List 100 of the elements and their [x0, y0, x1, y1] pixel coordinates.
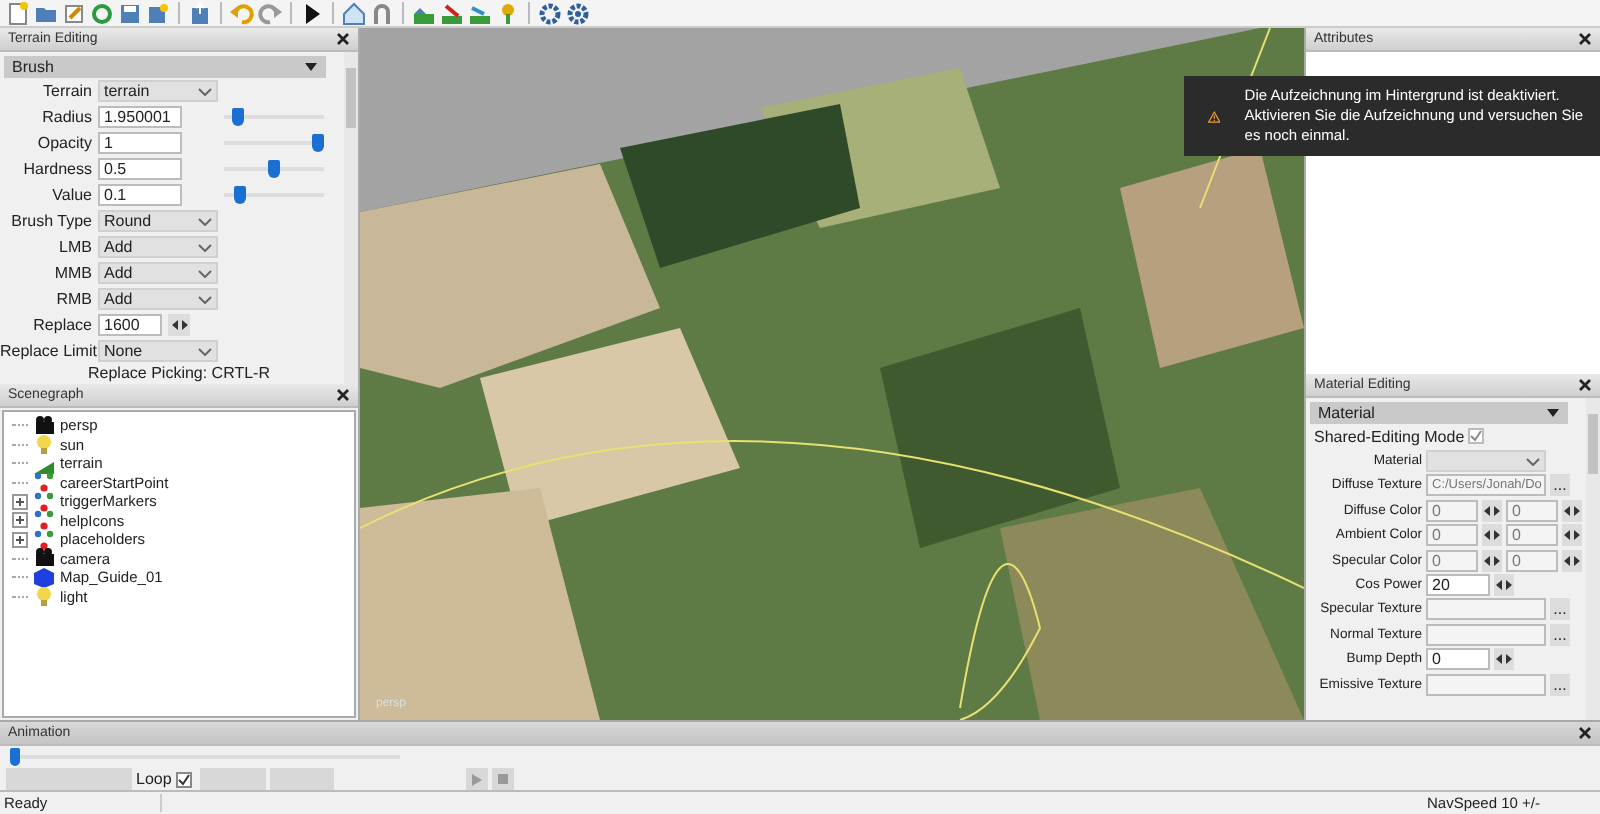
slider-thumb[interactable]: [268, 160, 280, 178]
dropdown-value: terrain: [104, 82, 150, 100]
save-icon[interactable]: [118, 1, 142, 25]
expander[interactable]: [12, 531, 28, 548]
browse-button[interactable]: ...: [1550, 598, 1570, 621]
cube-icon: [34, 567, 54, 588]
section-header[interactable]: Material: [1310, 402, 1568, 424]
section-header[interactable]: Brush: [4, 56, 326, 78]
spin-arrows-icon: [171, 320, 187, 330]
dropdown[interactable]: Add: [98, 262, 218, 284]
gear-icon[interactable]: [538, 1, 562, 25]
spin-button[interactable]: [1494, 648, 1514, 671]
spin-button[interactable]: [1562, 499, 1582, 522]
field-label: Brush Type: [9, 212, 92, 230]
dropdown-value: Add: [104, 238, 133, 256]
close-icon[interactable]: [1578, 726, 1592, 740]
caret-icon[interactable]: [1546, 408, 1560, 418]
plus-icon: [16, 497, 24, 506]
redo-icon[interactable]: [258, 1, 282, 25]
slider-thumb[interactable]: [231, 108, 244, 126]
texture-field[interactable]: [1426, 673, 1546, 696]
chevron-icon: [198, 87, 212, 95]
stop-button[interactable]: [491, 768, 514, 790]
spin-button[interactable]: [1562, 549, 1582, 572]
browse-button[interactable]: ...: [1550, 623, 1570, 646]
field-label: Value: [50, 186, 92, 204]
browse-button[interactable]: ...: [1550, 673, 1570, 696]
edit-icon[interactable]: [62, 1, 86, 25]
field-label: Replace: [31, 316, 92, 334]
check-icon: [177, 773, 190, 785]
save-as-icon[interactable]: [146, 1, 170, 25]
dropdown[interactable]: None: [98, 340, 218, 362]
input-field[interactable]: 0: [1506, 499, 1558, 522]
spin-button[interactable]: [168, 314, 190, 336]
dropdown[interactable]: Round: [98, 210, 218, 232]
chevron-icon: [1526, 457, 1540, 466]
input-field[interactable]: 0.1: [98, 184, 182, 206]
landscape-icon[interactable]: [468, 1, 492, 25]
slider-thumb[interactable]: [234, 186, 247, 204]
input-field[interactable]: 0: [1426, 524, 1478, 547]
hint-text: Replace Picking: CRTL-R: [86, 364, 272, 382]
tree-icon[interactable]: [496, 1, 520, 25]
checkbox[interactable]: [1468, 428, 1485, 445]
close-icon[interactable]: [1578, 32, 1592, 46]
chevron-icon: [198, 295, 212, 303]
landscape-icon[interactable]: [440, 1, 464, 25]
expander[interactable]: [12, 493, 28, 510]
dropdown[interactable]: terrain: [98, 80, 218, 102]
input-field[interactable]: 1: [98, 132, 182, 154]
input-field[interactable]: 0: [1426, 648, 1490, 671]
expander[interactable]: [12, 512, 28, 529]
input-field[interactable]: 0: [1426, 549, 1478, 572]
spin-button[interactable]: [1562, 524, 1582, 547]
input-field[interactable]: 0: [1506, 524, 1558, 547]
spin-button[interactable]: [1482, 524, 1502, 547]
check-icon: [1470, 430, 1483, 443]
field-label: Radius: [40, 108, 92, 126]
dropdown[interactable]: Add: [98, 236, 218, 258]
home-icon[interactable]: [342, 1, 366, 25]
input-field[interactable]: 1.950001: [98, 106, 182, 128]
field-label: Terrain: [41, 82, 92, 100]
spin-arrows-icon: [1496, 580, 1512, 591]
close-icon[interactable]: [336, 388, 350, 402]
scrollbar[interactable]: [1586, 398, 1600, 720]
new-file-icon[interactable]: [6, 1, 30, 25]
magnet-icon[interactable]: [370, 1, 394, 25]
export-icon[interactable]: [188, 1, 212, 25]
input-field[interactable]: 1600: [98, 314, 162, 336]
browse-button[interactable]: ...: [1550, 474, 1570, 497]
dropdown-value: None: [104, 342, 143, 360]
scrollbar[interactable]: [344, 52, 358, 384]
input-field[interactable]: 20: [1426, 574, 1490, 597]
spin-button[interactable]: [1494, 574, 1514, 597]
close-icon[interactable]: [336, 32, 350, 46]
spin-button[interactable]: [1482, 499, 1502, 522]
texture-field[interactable]: [1426, 623, 1546, 646]
refresh-icon[interactable]: [90, 1, 114, 25]
spin-arrows-icon: [1484, 505, 1500, 516]
camera-icon: [34, 548, 54, 569]
spin-arrows-icon: [1484, 555, 1500, 566]
spin-button[interactable]: [1482, 549, 1502, 572]
slider-thumb[interactable]: [312, 134, 324, 152]
dropdown-value: Add: [104, 264, 133, 282]
checkbox[interactable]: [175, 771, 192, 787]
play-button[interactable]: [465, 768, 488, 790]
close-icon[interactable]: [1578, 378, 1592, 392]
camera-icon: [34, 415, 54, 436]
section-title: Material: [1318, 404, 1375, 422]
gear-icon[interactable]: [566, 1, 590, 25]
plus-icon: [16, 516, 24, 525]
input-field[interactable]: 0: [1426, 499, 1478, 522]
field-label: RMB: [54, 290, 92, 308]
spin-arrows-icon: [1564, 505, 1580, 516]
texture-field[interactable]: [1426, 598, 1546, 621]
input-field[interactable]: 0.5: [98, 158, 182, 180]
timeline-slider[interactable]: [10, 748, 400, 766]
dropdown[interactable]: Add: [98, 288, 218, 310]
input-field[interactable]: 0: [1506, 549, 1558, 572]
caret-icon[interactable]: [304, 62, 318, 72]
slider-thumb[interactable]: [10, 748, 20, 766]
